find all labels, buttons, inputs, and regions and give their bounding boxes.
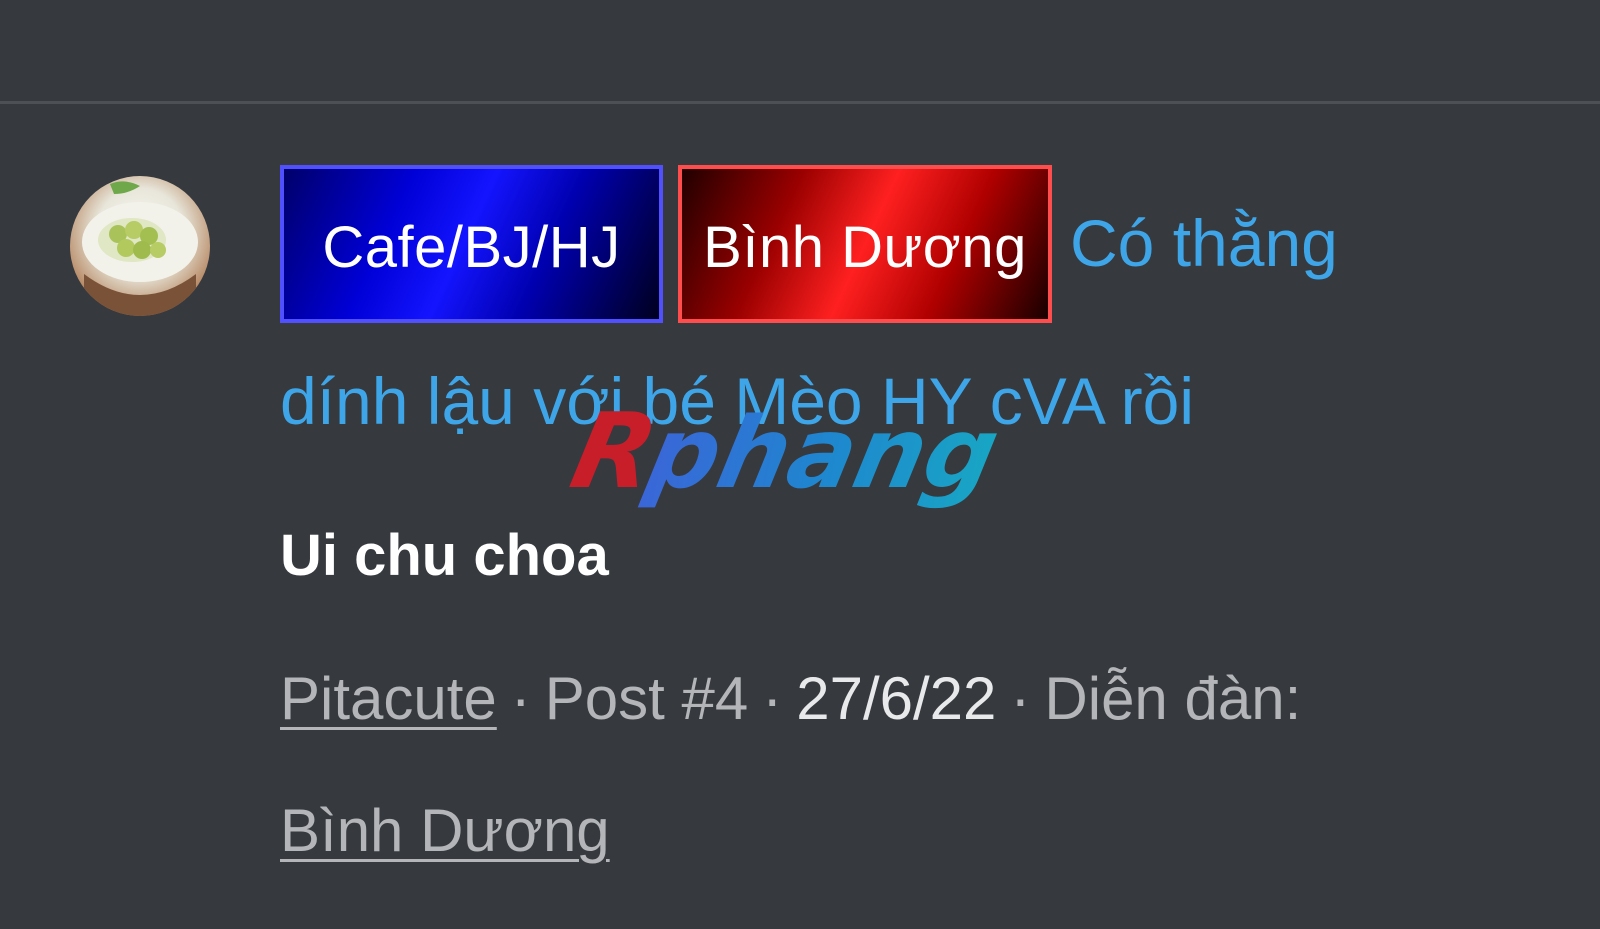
post-meta: Pitacute · Post #4 · 27/6/22 · Diễn đàn: <box>280 664 1301 733</box>
prefix-tag-category[interactable]: Cafe/BJ/HJ <box>280 165 663 323</box>
watermark-letters: phang <box>637 397 1008 511</box>
thread-title-link[interactable]: Có thằng <box>1070 205 1338 281</box>
meta-separator: · <box>510 665 531 732</box>
prefix-tag-location[interactable]: Bình Dương <box>678 165 1052 323</box>
post-number: Post #4 <box>544 665 749 732</box>
author-link[interactable]: Pitacute <box>280 665 497 732</box>
post-snippet: Ui chu choa <box>280 523 609 588</box>
post-date: 27/6/22 <box>796 665 997 732</box>
avatar-image <box>82 181 198 316</box>
top-divider <box>0 101 1600 104</box>
watermark-logo: R phang <box>562 393 1008 512</box>
meta-separator: · <box>1010 665 1031 732</box>
forum-link[interactable]: Bình Dương <box>280 796 610 865</box>
meta-separator: · <box>762 665 783 732</box>
avatar[interactable] <box>70 176 210 316</box>
forum-label: Diễn đàn: <box>1044 665 1302 732</box>
